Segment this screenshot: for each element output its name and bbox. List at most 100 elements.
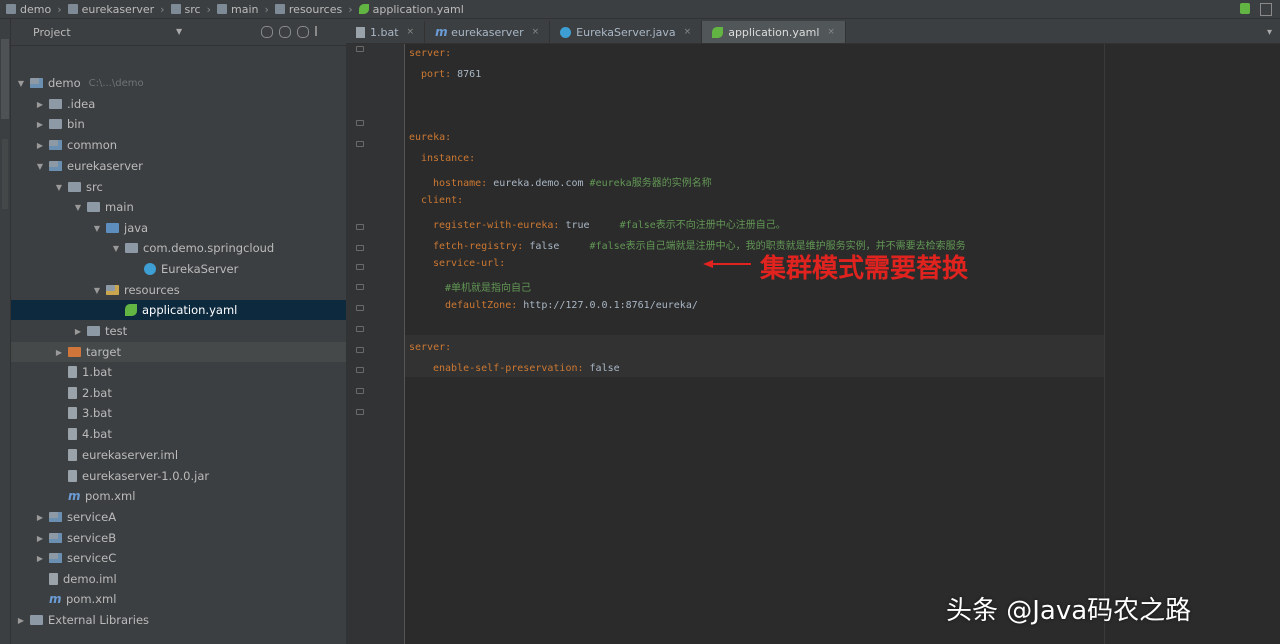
breadcrumb-separator: › — [57, 2, 62, 16]
collapse-icon[interactable] — [279, 26, 291, 38]
chevron-right-icon[interactable]: ▶ — [34, 554, 46, 563]
breadcrumb-item[interactable]: application.yaml — [358, 3, 464, 16]
tree-item[interactable]: ▼ eurekaserver — [11, 156, 346, 176]
code-value: 8761 — [451, 69, 482, 80]
chevron-right-icon[interactable]: ▶ — [53, 348, 65, 357]
tab-overflow-icon[interactable]: ▾ — [1267, 21, 1272, 43]
fold-marker-icon[interactable] — [356, 388, 364, 394]
folder-icon — [170, 4, 181, 14]
tree-item[interactable]: ▶ .idea — [11, 94, 346, 114]
source-folder-icon — [106, 223, 119, 233]
run-icon[interactable] — [1240, 3, 1250, 14]
chevron-right-icon[interactable]: ▶ — [72, 327, 84, 336]
tree-item[interactable]: application.yaml — [11, 300, 346, 320]
code-view[interactable]: server: port: 8761 eureka: instance: hostnam… — [405, 44, 1280, 644]
tree-item[interactable]: ▶ target — [11, 342, 346, 362]
file-icon — [68, 387, 77, 399]
code-key: server: — [409, 342, 452, 353]
tree-item[interactable]: ▶ serviceB — [11, 528, 346, 548]
folder-icon — [87, 202, 100, 212]
code-line: #单机就是指向自己 — [445, 279, 531, 294]
editor-tab[interactable]: m eurekaserver × — [425, 21, 551, 43]
breadcrumb-item[interactable]: src — [170, 3, 201, 16]
tree-item-label: 1.bat — [82, 365, 112, 379]
tree-item[interactable]: eurekaserver.iml — [11, 445, 346, 465]
fold-marker-icon[interactable] — [356, 141, 364, 147]
tree-item-label: application.yaml — [142, 303, 238, 317]
editor-tab[interactable]: EurekaServer.java × — [550, 21, 703, 43]
chevron-right-icon[interactable]: ▶ — [34, 100, 46, 109]
tree-item[interactable]: 1.bat — [11, 362, 346, 382]
tree-item[interactable]: ▶ serviceA — [11, 507, 346, 527]
tree-item[interactable]: ▶ common — [11, 135, 346, 155]
chevron-down-icon[interactable]: ▼ — [110, 244, 122, 253]
fold-marker-icon[interactable] — [356, 120, 364, 126]
structure-tool-tab[interactable] — [2, 139, 8, 209]
chevron-down-icon[interactable]: ▼ — [91, 286, 103, 295]
chevron-down-icon[interactable]: ▼ — [176, 27, 182, 36]
editor-tab[interactable]: 1.bat × — [346, 21, 426, 43]
code-comment: #false表示不向注册中心注册自己。 — [619, 220, 786, 231]
tree-item[interactable]: 2.bat — [11, 383, 346, 403]
tree-item[interactable]: eurekaserver-1.0.0.jar — [11, 466, 346, 486]
breadcrumb-item[interactable]: main — [217, 3, 259, 16]
close-icon[interactable]: × — [684, 27, 692, 37]
fold-marker-icon[interactable] — [356, 305, 364, 311]
tree-item[interactable]: ▶ External Libraries — [11, 610, 346, 630]
tree-item[interactable]: demo.iml — [11, 569, 346, 589]
tree-item[interactable]: ▼ main — [11, 197, 346, 217]
chevron-down-icon[interactable]: ▼ — [34, 162, 46, 171]
tree-item[interactable]: ▼ com.demo.springcloud — [11, 238, 346, 258]
fold-marker-icon[interactable] — [356, 326, 364, 332]
fold-marker-icon[interactable] — [356, 409, 364, 415]
hide-icon[interactable] — [315, 26, 317, 36]
code-value: eureka.demo.com — [487, 178, 590, 189]
chevron-down-icon[interactable]: ▼ — [53, 183, 65, 192]
fold-marker-icon[interactable] — [356, 367, 364, 373]
chevron-right-icon[interactable]: ▶ — [34, 120, 46, 129]
chevron-right-icon[interactable]: ▶ — [34, 141, 46, 150]
code-key: hostname: — [433, 178, 488, 189]
gear-icon[interactable] — [297, 26, 309, 38]
fold-marker-icon[interactable] — [356, 245, 364, 251]
tree-item[interactable]: ▼ resources — [11, 280, 346, 300]
breadcrumb-item[interactable]: eurekaserver — [67, 3, 154, 16]
tree-item[interactable]: m pom.xml — [11, 589, 346, 609]
tree-item-label: eurekaserver.iml — [82, 448, 179, 462]
tree-item[interactable]: ▼ src — [11, 177, 346, 197]
tree-item[interactable]: ▼ demo C:\...\demo — [11, 73, 346, 93]
code-line: port: 8761 — [421, 69, 481, 80]
chevron-down-icon[interactable]: ▼ — [91, 224, 103, 233]
fold-marker-icon[interactable] — [356, 347, 364, 353]
tree-item[interactable]: ▶ bin — [11, 114, 346, 134]
project-panel-title[interactable]: Project — [33, 26, 71, 39]
breadcrumb-item[interactable]: demo — [6, 3, 51, 16]
tree-item[interactable]: 3.bat — [11, 403, 346, 423]
chevron-down-icon[interactable]: ▼ — [72, 203, 84, 212]
target-icon[interactable] — [261, 26, 273, 38]
editor-tab[interactable]: application.yaml × — [702, 21, 846, 43]
chevron-down-icon[interactable]: ▼ — [15, 79, 27, 88]
tree-item[interactable]: m pom.xml — [11, 486, 346, 506]
breadcrumb-label: demo — [20, 2, 52, 16]
close-icon[interactable]: × — [407, 27, 415, 37]
tree-item[interactable]: EurekaServer — [11, 259, 346, 279]
fold-marker-icon[interactable] — [356, 224, 364, 230]
tree-item[interactable]: ▶ test — [11, 321, 346, 341]
tree-item[interactable]: ▶ serviceC — [11, 548, 346, 568]
tree-item[interactable]: 4.bat — [11, 424, 346, 444]
module-folder-icon — [30, 78, 43, 88]
chevron-right-icon[interactable]: ▶ — [15, 616, 27, 625]
tree-item-label: target — [86, 345, 121, 359]
project-tool-tab[interactable] — [1, 39, 9, 119]
chevron-right-icon[interactable]: ▶ — [34, 513, 46, 522]
close-icon[interactable]: × — [532, 27, 540, 37]
close-icon[interactable]: × — [827, 27, 835, 37]
fold-marker-icon[interactable] — [356, 264, 364, 270]
breadcrumb-item[interactable]: resources — [274, 3, 342, 16]
layout-icon[interactable] — [1260, 3, 1272, 16]
tree-item[interactable]: ▼ java — [11, 218, 346, 238]
fold-marker-icon[interactable] — [356, 284, 364, 290]
fold-marker-icon[interactable] — [356, 46, 364, 52]
chevron-right-icon[interactable]: ▶ — [34, 534, 46, 543]
